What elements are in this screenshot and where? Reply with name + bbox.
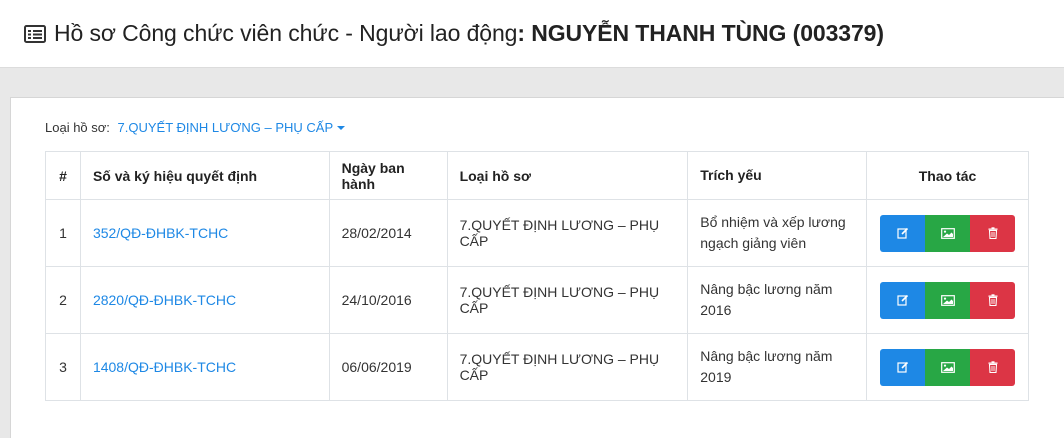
- table-row: 2 2820/QĐ-ĐHBK-TCHC 24/10/2016 7.QUYẾT Đ…: [45, 266, 1029, 334]
- row-index: 2: [45, 266, 81, 334]
- type-cell: 7.QUYẾT ĐỊNH LƯƠNG – PHỤ CẤP: [446, 199, 689, 267]
- decision-link[interactable]: 2820/QĐ-ĐHBK-TCHC: [93, 292, 236, 308]
- date-cell: 06/06/2019: [328, 333, 448, 401]
- summary-cell: Nâng bậc lương năm 2016: [687, 266, 868, 334]
- decision-cell: 1408/QĐ-ĐHBK-TCHC: [79, 333, 330, 401]
- title-prefix: Hồ sơ Công chức viên chức - Người lao độ…: [54, 20, 518, 46]
- records-table: # Số và ký hiệu quyết định Ngày ban hành…: [45, 151, 1029, 401]
- actions-cell: [866, 199, 1029, 267]
- action-button-group: [880, 281, 1015, 319]
- delete-button[interactable]: [970, 348, 1015, 386]
- date-cell: 28/02/2014: [328, 199, 448, 267]
- delete-button[interactable]: [970, 214, 1015, 252]
- type-cell: 7.QUYẾT ĐỊNH LƯƠNG – PHỤ CẤP: [446, 333, 689, 401]
- edit-icon: [896, 294, 908, 306]
- record-type-selected: 7.QUYẾT ĐỊNH LƯƠNG – PHỤ CẤP: [117, 120, 334, 135]
- col-header-index: #: [45, 151, 81, 200]
- edit-button[interactable]: [880, 281, 925, 319]
- title-colon: :: [517, 20, 532, 46]
- trash-icon: [988, 361, 997, 373]
- type-cell: 7.QUYẾT ĐỊNH LƯƠNG – PHỤ CẤP: [446, 266, 689, 334]
- decision-cell: 2820/QĐ-ĐHBK-TCHC: [79, 266, 330, 334]
- summary-cell: Nâng bậc lương năm 2019: [687, 333, 868, 401]
- col-header-type: Loại hồ sơ: [446, 151, 689, 200]
- edit-icon: [896, 227, 908, 239]
- actions-cell: [866, 266, 1029, 334]
- table-row: 1 352/QĐ-ĐHBK-TCHC 28/02/2014 7.QUYẾT ĐỊ…: [45, 199, 1029, 267]
- col-header-decision: Số và ký hiệu quyết định: [79, 151, 330, 200]
- edit-button[interactable]: [880, 348, 925, 386]
- view-image-button[interactable]: [925, 281, 970, 319]
- record-type-filter: Loại hồ sơ: 7.QUYẾT ĐỊNH LƯƠNG – PHỤ CẤP: [45, 120, 346, 135]
- col-header-actions: Thao tác: [866, 151, 1029, 200]
- trash-icon: [988, 227, 997, 239]
- col-header-summary: Trích yếu: [687, 151, 868, 200]
- date-cell: 24/10/2016: [328, 266, 448, 334]
- row-index: 3: [45, 333, 81, 401]
- record-type-dropdown[interactable]: 7.QUYẾT ĐỊNH LƯƠNG – PHỤ CẤP: [118, 120, 346, 135]
- trash-icon: [988, 294, 997, 306]
- page-header: Hồ sơ Công chức viên chức - Người lao độ…: [0, 0, 1064, 68]
- table-row: 3 1408/QĐ-ĐHBK-TCHC 06/06/2019 7.QUYẾT Đ…: [45, 333, 1029, 401]
- actions-cell: [866, 333, 1029, 401]
- summary-cell: Bổ nhiệm và xếp lương ngạch giảng viên: [687, 199, 868, 267]
- action-button-group: [880, 348, 1015, 386]
- list-alt-icon: [24, 22, 46, 49]
- row-index: 1: [45, 199, 81, 267]
- col-header-date: Ngày ban hành: [328, 151, 448, 200]
- image-icon: [940, 361, 955, 373]
- caret-down-icon: [337, 126, 346, 130]
- edit-button[interactable]: [880, 214, 925, 252]
- filter-label: Loại hồ sơ:: [45, 120, 110, 135]
- action-button-group: [880, 214, 1015, 252]
- page-title: Hồ sơ Công chức viên chức - Người lao độ…: [24, 20, 884, 49]
- decision-link[interactable]: 352/QĐ-ĐHBK-TCHC: [93, 225, 228, 241]
- table-header-row: # Số và ký hiệu quyết định Ngày ban hành…: [45, 151, 1029, 200]
- edit-icon: [896, 361, 908, 373]
- decision-cell: 352/QĐ-ĐHBK-TCHC: [79, 199, 330, 267]
- image-icon: [940, 294, 955, 306]
- employee-name: NGUYỄN THANH TÙNG (003379): [531, 20, 884, 46]
- delete-button[interactable]: [970, 281, 1015, 319]
- image-icon: [940, 227, 955, 239]
- view-image-button[interactable]: [925, 348, 970, 386]
- view-image-button[interactable]: [925, 214, 970, 252]
- decision-link[interactable]: 1408/QĐ-ĐHBK-TCHC: [93, 359, 236, 375]
